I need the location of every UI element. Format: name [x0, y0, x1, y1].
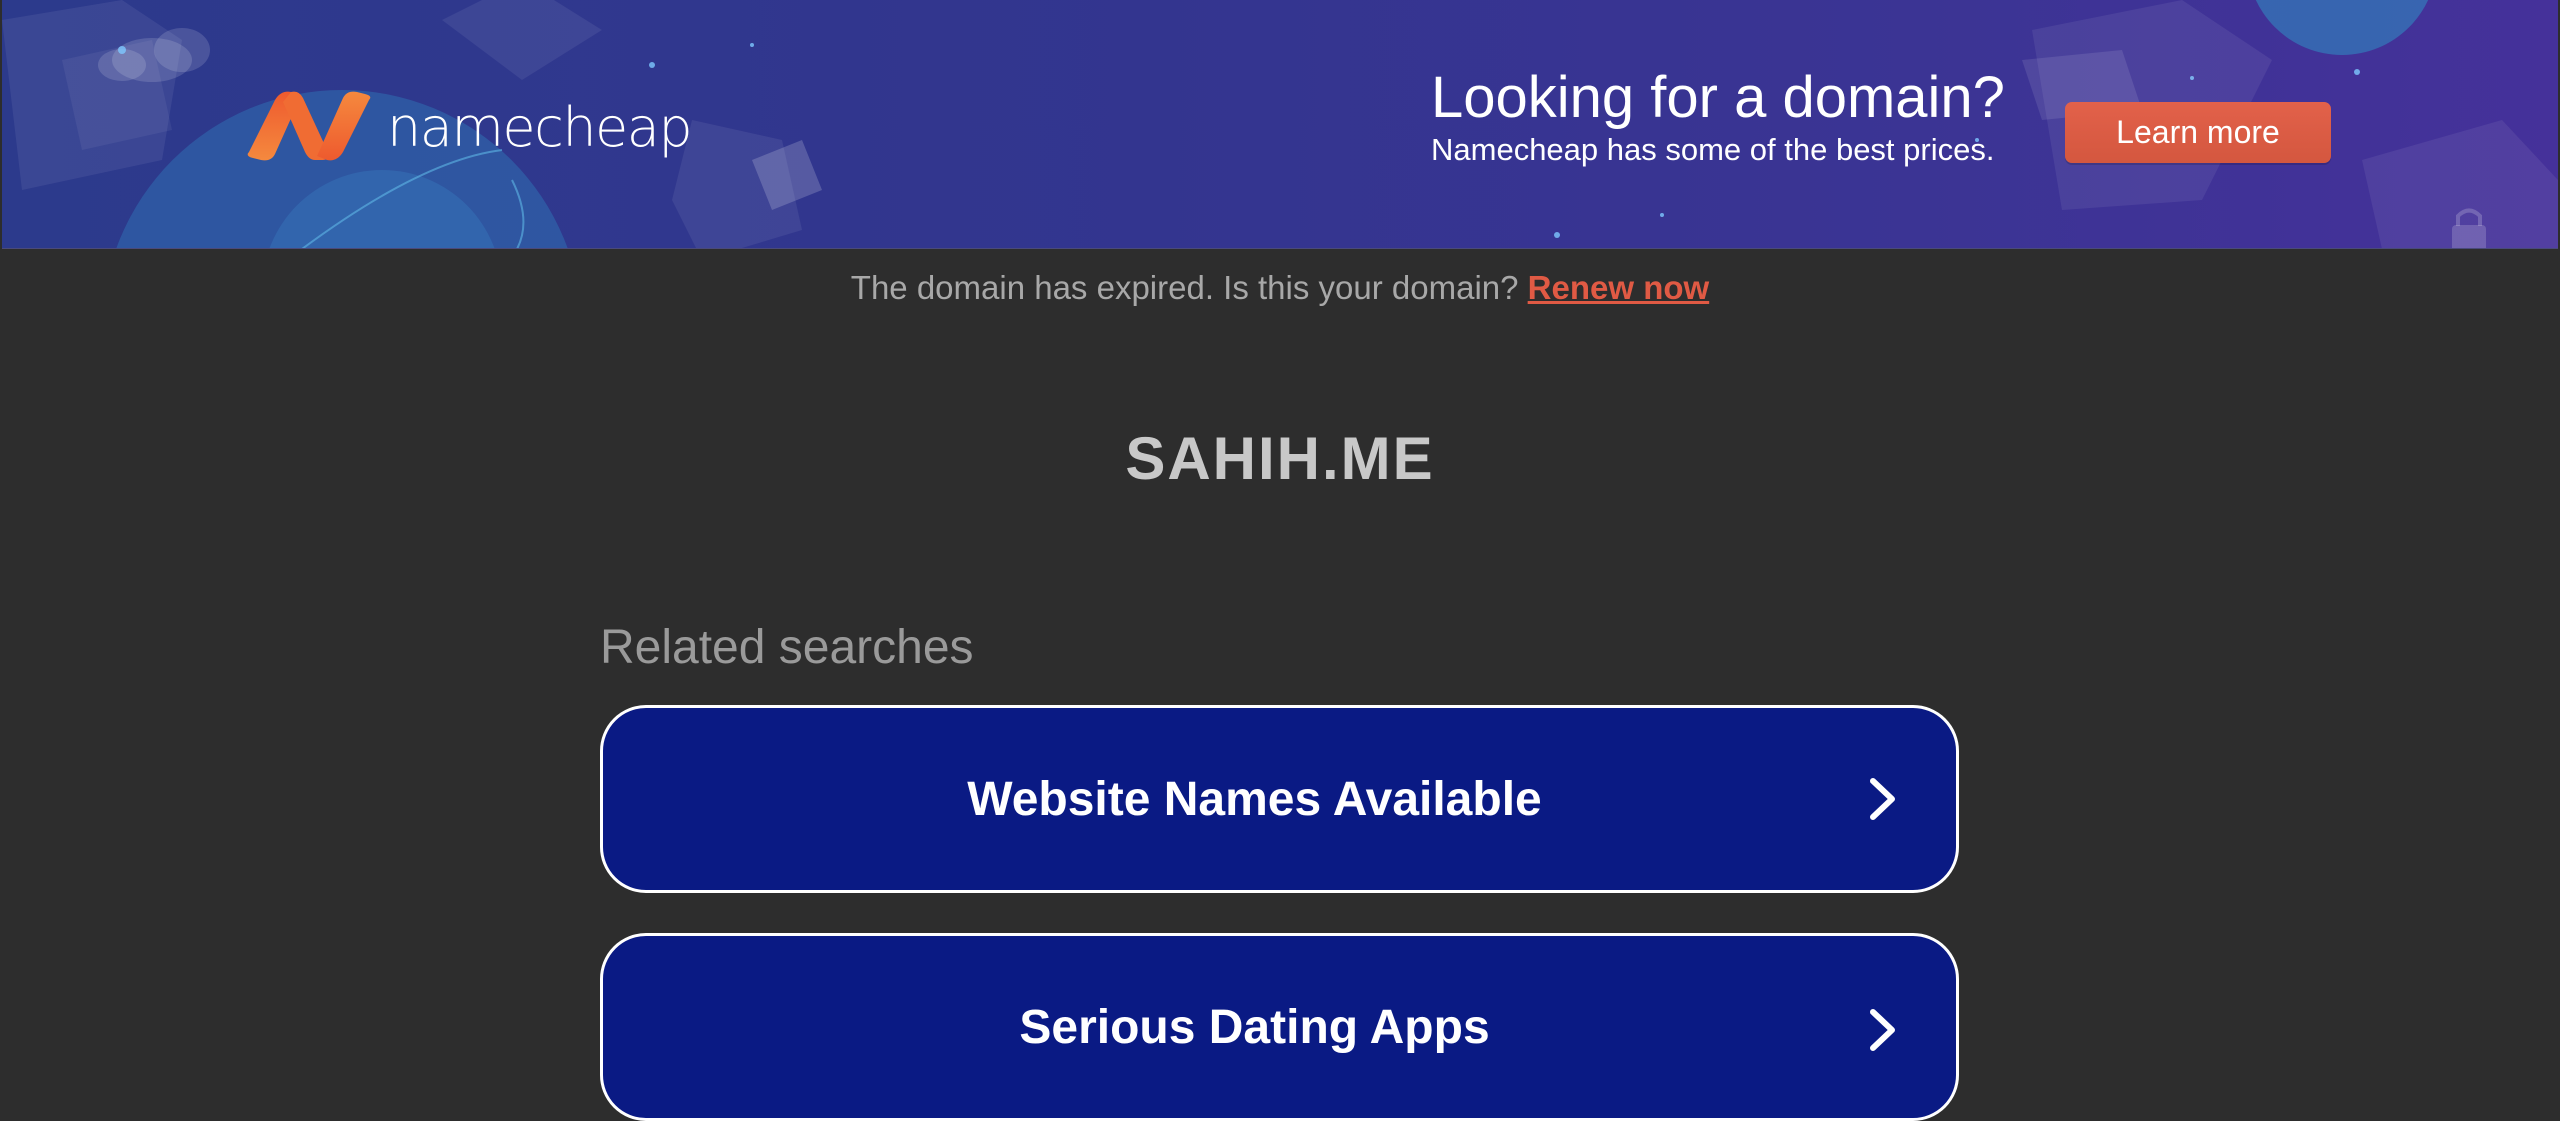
domain-name-heading: SAHIH.ME [1125, 425, 1435, 492]
promo-title: Looking for a domain? [1431, 65, 2005, 130]
related-searches-heading: Related searches [600, 621, 974, 674]
related-search-label: Serious Dating Apps [1019, 1000, 1490, 1054]
related-search-item[interactable]: Website Names Available [600, 705, 1959, 893]
related-search-label: Website Names Available [967, 772, 1542, 826]
related-search-item[interactable]: Serious Dating Apps [600, 933, 1959, 1121]
namecheap-n-logo-icon [247, 91, 371, 161]
namecheap-banner[interactable]: namecheap Looking for a domain? Namechea… [2, 0, 2558, 249]
brand-name: namecheap [387, 96, 693, 159]
expired-text: The domain has expired. Is this your dom… [850, 269, 1519, 306]
renew-now-link[interactable]: Renew now [1528, 269, 1710, 306]
chevron-right-icon [1870, 1009, 1895, 1051]
chevron-right-icon [1870, 778, 1895, 820]
expired-notice: The domain has expired. Is this your dom… [0, 267, 2560, 309]
namecheap-logo[interactable]: namecheap [245, 88, 693, 164]
promo-text: Looking for a domain? Namecheap has some… [1431, 64, 2005, 170]
promo-subtitle: Namecheap has some of the best prices. [1431, 132, 1995, 167]
learn-more-button[interactable]: Learn more [2065, 102, 2331, 163]
